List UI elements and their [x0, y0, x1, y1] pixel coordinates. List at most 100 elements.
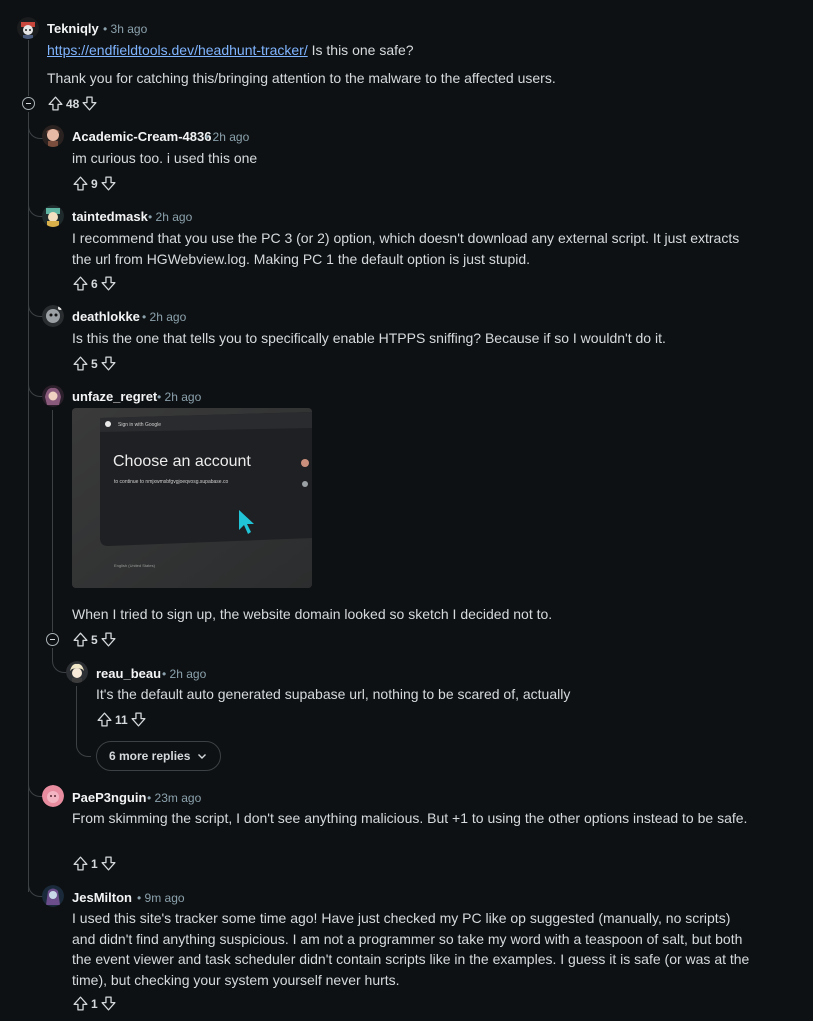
time-text: 2h ago [164, 390, 202, 404]
comment-username[interactable]: PaeP3nguin [72, 790, 146, 805]
comment-body: I recommend that you use the PC 3 (or 2)… [72, 230, 740, 267]
avatar-image [42, 885, 64, 907]
image-header-text: Sign in with Google [118, 422, 161, 428]
google-g-icon [105, 421, 111, 427]
downvote-icon[interactable] [100, 995, 117, 1012]
thread-curve [52, 648, 67, 673]
upvote-icon[interactable] [72, 275, 89, 292]
downvote-icon[interactable] [100, 175, 117, 192]
comment-username[interactable]: Academic-Cream-4836 [72, 129, 211, 144]
avatar-image [66, 661, 88, 683]
image-title-text: Choose an account [113, 453, 251, 470]
comment-body: From skimming the script, I don't see an… [72, 810, 748, 826]
upvote-icon[interactable] [72, 631, 89, 648]
comment-timestamp: • 3h ago [103, 22, 147, 36]
comment-timestamp: • 9m ago [137, 891, 185, 905]
time-text: 2h ago [155, 210, 193, 224]
vote-count: 1 [91, 856, 98, 871]
time-text: 9m ago [144, 891, 185, 905]
comment-username[interactable]: unfaze_regret [72, 389, 157, 404]
thread-curve [76, 738, 91, 757]
separator: • [148, 210, 153, 224]
thread-curve [28, 300, 43, 317]
avatar-image [42, 125, 64, 147]
time-text: 2h ago [212, 130, 250, 144]
chevron-down-icon [198, 754, 207, 759]
vote-bar: 11 [96, 711, 147, 728]
avatar-image [42, 785, 64, 807]
comment-body: When I tried to sign up, the website dom… [72, 606, 553, 622]
time-text: 2h ago [169, 667, 207, 681]
comment-timestamp: • 2h ago [205, 130, 249, 144]
comment-timestamp: • 23m ago [147, 791, 201, 805]
downvote-icon[interactable] [100, 355, 117, 372]
avatar[interactable] [42, 385, 64, 407]
comment-username[interactable]: deathlokke [72, 309, 140, 324]
separator: • [137, 891, 142, 905]
vote-bar: 5 [72, 355, 117, 372]
upvote-icon[interactable] [72, 175, 89, 192]
downvote-icon[interactable] [100, 855, 117, 872]
avatar[interactable] [42, 785, 64, 807]
thread-line-root [28, 40, 29, 96]
collapse-thread-button[interactable] [46, 633, 59, 646]
comment-image-attachment[interactable]: Sign in with Google Choose an account to… [72, 408, 312, 588]
comment-text: Is this one safe? [311, 42, 414, 58]
thread-line-root-lower [28, 112, 29, 892]
downvote-icon[interactable] [130, 711, 147, 728]
comment-body: It's the default auto generated supabase… [96, 686, 571, 702]
upvote-icon[interactable] [72, 855, 89, 872]
thread-curve [28, 120, 43, 139]
avatar[interactable] [42, 125, 64, 147]
separator: • [157, 390, 162, 404]
separator: • [147, 791, 152, 805]
downvote-icon[interactable] [100, 275, 117, 292]
comment-body-paragraph: Thank you for catching this/bringing att… [47, 70, 556, 86]
avatar[interactable] [17, 17, 39, 39]
vote-count: 11 [115, 712, 128, 727]
upvote-icon[interactable] [47, 95, 64, 112]
more-replies-label: 6 more replies [109, 749, 191, 763]
comment-timestamp: • 2h ago [157, 390, 201, 404]
vote-count: 9 [91, 176, 98, 191]
comment-body: Is this the one that tells you to specif… [72, 330, 666, 346]
vote-bar: 1 [72, 995, 117, 1012]
thread-line-nested [52, 410, 53, 632]
vote-bar: 48 [47, 95, 98, 112]
downvote-icon[interactable] [100, 631, 117, 648]
vote-count: 5 [91, 356, 98, 371]
avatar[interactable] [42, 305, 64, 327]
separator: • [103, 22, 108, 36]
avatar-image [42, 205, 64, 227]
comment-body: https://endfieldtools.dev/headhunt-track… [47, 40, 787, 61]
downvote-icon[interactable] [81, 95, 98, 112]
upvote-icon[interactable] [72, 355, 89, 372]
comment-body: im curious too. i used this one [72, 150, 258, 166]
upvote-icon[interactable] [72, 995, 89, 1012]
avatar[interactable] [42, 885, 64, 907]
comment-username[interactable]: Tekniqly [47, 21, 99, 36]
vote-bar: 5 [72, 631, 117, 648]
image-subtitle-text: to continue to nmjxwmsbfgvgjoeqvosg.supa… [114, 479, 228, 485]
separator: • [162, 667, 167, 681]
vote-bar: 1 [72, 855, 117, 872]
thread-line-reau [76, 686, 77, 742]
comment-timestamp: • 2h ago [162, 667, 206, 681]
upvote-icon[interactable] [96, 711, 113, 728]
avatar[interactable] [42, 205, 64, 227]
comment-link[interactable]: https://endfieldtools.dev/headhunt-track… [47, 42, 308, 58]
comment-username[interactable]: reau_beau [96, 666, 161, 681]
image-footer-text: English (United States) [114, 563, 156, 568]
time-text: 2h ago [149, 310, 187, 324]
collapse-thread-button[interactable] [22, 97, 35, 110]
vote-bar: 9 [72, 175, 117, 192]
vote-bar: 6 [72, 275, 117, 292]
time-text: 23m ago [154, 791, 202, 805]
vote-count: 48 [66, 96, 80, 111]
comment-username[interactable]: taintedmask [72, 209, 148, 224]
comment-username[interactable]: JesMilton [72, 890, 132, 905]
more-replies-button[interactable]: 6 more replies [96, 741, 222, 771]
avatar[interactable] [66, 661, 88, 683]
avatar-image [42, 305, 64, 327]
time-text: 3h ago [110, 22, 148, 36]
